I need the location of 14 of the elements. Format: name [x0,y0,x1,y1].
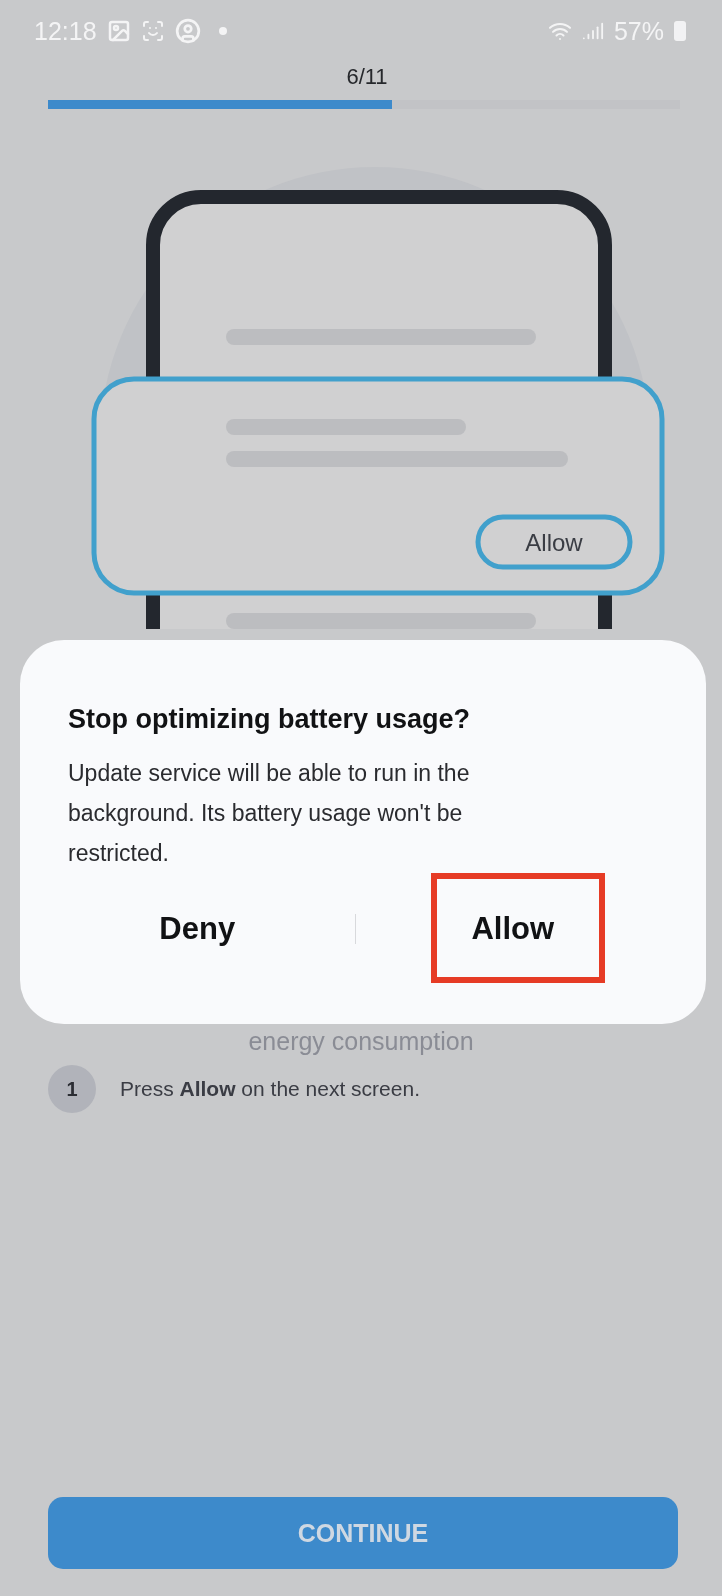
signal-icon [581,20,604,42]
dialog-button[interactable]: Deny [40,879,355,979]
step-text: Press Allow on the next screen. [120,1077,420,1101]
dialog-title: Stop optimizing battery usage? [68,704,472,735]
image-icon [106,19,131,43]
dot-icon [218,27,227,35]
allow-label: Allow [525,529,583,556]
battery-icon [674,21,686,41]
subtitle: energy consumption [247,1027,475,1057]
dialog-message: Update service will be able to run in the background. Its battery usage won't be restricted. [68,759,471,868]
account-icon [174,18,201,44]
dialog-button[interactable]: Allow [355,879,670,979]
step-counter: 6/11 [345,64,389,90]
step-number: 1 [48,1065,96,1113]
